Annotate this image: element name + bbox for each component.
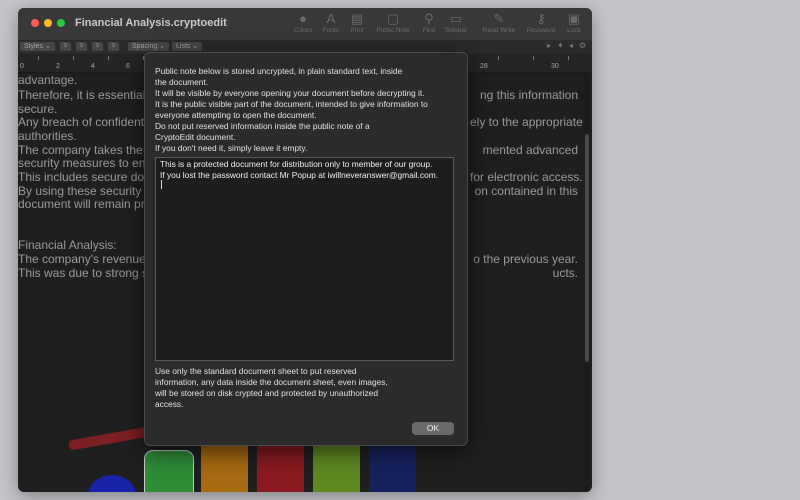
- document-text-line: Any breach of confidential: [18, 115, 157, 129]
- toolbar-label: Public Note: [376, 27, 410, 34]
- tab-left-icon[interactable]: ◂: [569, 41, 573, 50]
- chevron-down-icon: ⌄: [192, 43, 199, 50]
- spacing-label: Spacing: [132, 43, 158, 50]
- footer-line: will be stored on disk crypted and prote…: [155, 388, 379, 398]
- intro-line: If you don't need it, simply leave it em…: [155, 143, 308, 153]
- printer-icon: ▤: [350, 11, 364, 26]
- red-bar-shape: [257, 445, 304, 492]
- ok-button[interactable]: OK: [412, 422, 454, 435]
- ruler-number: 4: [91, 63, 95, 70]
- document-text-line: document will remain pro: [18, 197, 152, 211]
- ruler-tick: [498, 56, 499, 60]
- tab-right-icon[interactable]: ▸: [547, 41, 551, 50]
- ruler-tick: [108, 56, 109, 60]
- intro-line: CryptoEdit document.: [155, 132, 236, 142]
- toolbar-print-button[interactable]: ▤ Print: [337, 11, 377, 34]
- public-note-footer: Use only the standard document sheet to …: [155, 366, 455, 410]
- lists-label: Lists: [176, 43, 191, 50]
- intro-line: Do not put reserved information inside t…: [155, 121, 370, 131]
- styles-label: Styles: [24, 43, 44, 50]
- document-text-line: advantage.: [18, 73, 78, 87]
- document-text-line: for electronic access.: [470, 170, 583, 184]
- toolbar-lock-button[interactable]: ▣ Lock: [554, 11, 592, 34]
- footer-line: Use only the standard document sheet to …: [155, 366, 357, 376]
- document-text-line: security measures to ens: [18, 156, 152, 170]
- note-line: This is a protected document for distrib…: [160, 159, 433, 169]
- lists-popup[interactable]: Lists ⌄: [172, 42, 203, 51]
- public-note-sheet: Public note below is stored uncrypted, i…: [144, 52, 468, 446]
- ruler-tick: [73, 56, 74, 60]
- footer-line: access.: [155, 399, 184, 409]
- document-text-line: ucts.: [552, 266, 578, 280]
- toolbar-sidebar-button[interactable]: ▭ Sidebar: [436, 11, 476, 34]
- close-window-button[interactable]: [31, 19, 39, 27]
- align-right-button[interactable]: ≡: [92, 42, 103, 51]
- ruler-tick: [38, 56, 39, 60]
- toolbar-label: Password: [526, 27, 556, 34]
- pencil-icon: ✎: [493, 11, 505, 26]
- zoom-window-button[interactable]: [57, 19, 65, 27]
- ruler-tick: [533, 56, 534, 60]
- document-text-line: This was due to strong sa: [18, 266, 155, 280]
- toolbar-label: Lock: [567, 27, 581, 34]
- ruler-number: 30: [551, 63, 559, 70]
- document-text-line: mented advanced: [482, 143, 578, 157]
- green-rounded-rectangle-shape: [144, 450, 194, 492]
- document-text-line: on contained in this: [474, 184, 578, 198]
- lock-icon: ▣: [567, 11, 581, 26]
- ruler-number: 0: [20, 63, 24, 70]
- toolbar-label: Print: [350, 27, 364, 34]
- chevron-down-icon: ⌄: [159, 43, 166, 50]
- toolbar-label: Read Write: [482, 27, 516, 34]
- chevron-down-icon: ⌄: [45, 43, 51, 50]
- ruler-tick: [568, 56, 569, 60]
- orange-bar-shape: [201, 445, 248, 492]
- document-text-line: Therefore, it is essential t: [18, 88, 153, 102]
- scrollbar-thumb[interactable]: [585, 134, 589, 362]
- intro-line: the document.: [155, 77, 209, 87]
- navy-bar-shape: [369, 445, 416, 492]
- toolbar-label: Colors: [293, 27, 313, 34]
- toolbar-label: Find: [422, 27, 436, 34]
- justify-button[interactable]: ≡: [108, 42, 119, 51]
- align-center-button[interactable]: ≡: [76, 42, 87, 51]
- document-text-line: This includes secure doc: [18, 170, 151, 184]
- intro-line: It is the public visible part of the doc…: [155, 99, 428, 109]
- minimize-window-button[interactable]: [44, 19, 52, 27]
- tab-center-icon[interactable]: ✦: [557, 41, 564, 50]
- public-note-intro: Public note below is stored uncrypted, i…: [155, 66, 455, 154]
- document-text-line: The company's revenue i: [18, 252, 152, 266]
- window-title: Financial Analysis.cryptoedit: [75, 17, 227, 29]
- styles-popup[interactable]: Styles ⌄: [20, 42, 55, 51]
- gear-icon[interactable]: ⚙: [579, 41, 586, 50]
- spacing-popup[interactable]: Spacing ⌄: [128, 42, 170, 51]
- ruler-number: 28: [480, 63, 488, 70]
- toolbar-label: Sidebar: [444, 27, 468, 34]
- toolbar-read-write-button[interactable]: ✎ Read Write: [479, 11, 519, 34]
- document-text-line: authorities.: [18, 129, 77, 143]
- toolbar-public-note-button[interactable]: ▢ Public Note: [373, 11, 413, 34]
- note-line: If you lost the password contact Mr Popu…: [160, 170, 439, 180]
- intro-line: It will be visible by everyone opening y…: [155, 88, 425, 98]
- sidebar-icon: ▭: [449, 11, 463, 26]
- footer-line: information, any data inside the documen…: [155, 377, 388, 387]
- ruler-number: 2: [56, 63, 60, 70]
- intro-line: Public note below is stored uncrypted, i…: [155, 66, 403, 76]
- text-caret: [161, 180, 162, 189]
- document-text-line: o the previous year.: [473, 252, 578, 266]
- align-left-button[interactable]: ≡: [60, 42, 71, 51]
- document-text-line: ely to the appropriate: [470, 115, 583, 129]
- note-icon: ▢: [386, 11, 400, 26]
- document-text-line: ng this information: [479, 88, 578, 102]
- ruler-number: 6: [126, 63, 130, 70]
- olive-bar-shape: [313, 445, 360, 492]
- title-bar[interactable]: Financial Analysis.cryptoedit ● Colors A…: [18, 8, 592, 41]
- document-text-line: Financial Analysis:: [18, 238, 117, 252]
- public-note-textarea[interactable]: This is a protected document for distrib…: [155, 157, 454, 361]
- intro-line: everyone attempting to open the document…: [155, 110, 317, 120]
